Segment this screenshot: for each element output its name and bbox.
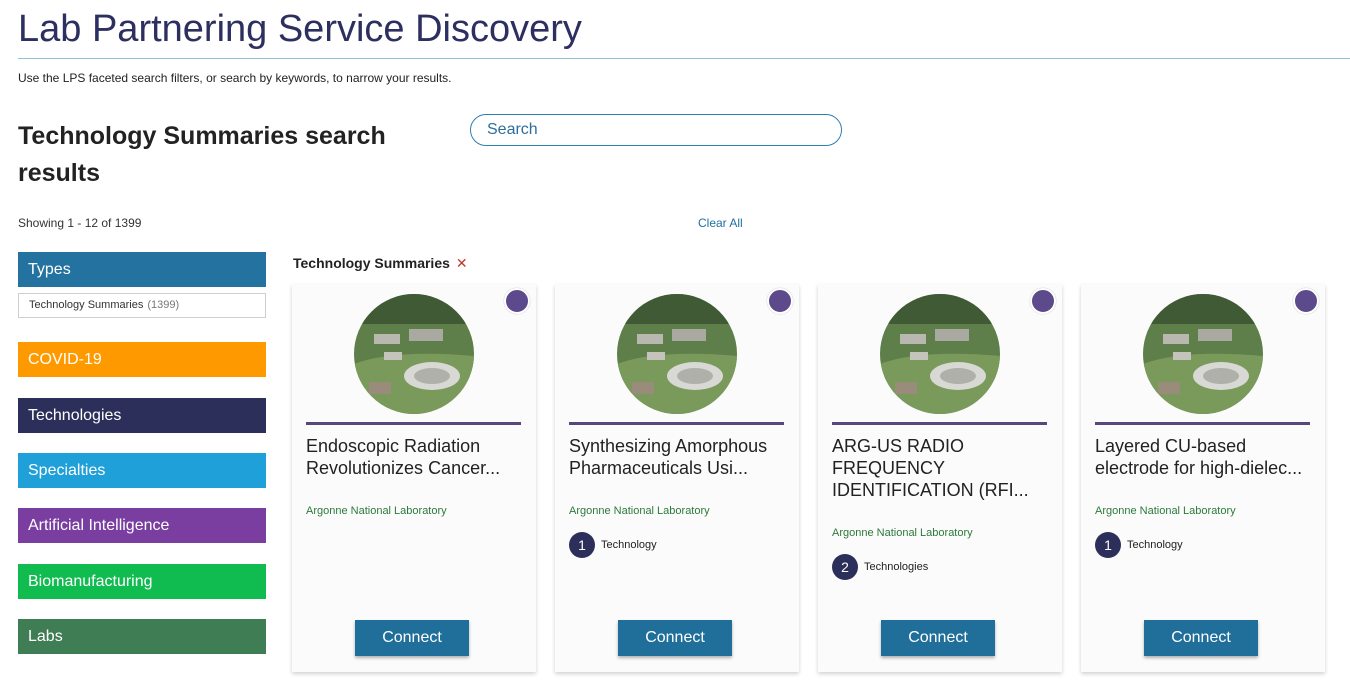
technology-count-badge: 2 [832, 554, 858, 580]
card-title[interactable]: Endoscopic Radiation Revolutionizes Canc… [306, 435, 526, 479]
clear-all-link[interactable]: Clear All [698, 216, 743, 230]
active-filter-tag: Technology Summaries ✕ [293, 255, 468, 272]
campus-aerial-image [880, 294, 1000, 414]
card-title[interactable]: Layered CU-based electrode for high-diel… [1095, 435, 1315, 479]
facet-types[interactable]: Types [18, 252, 266, 287]
campus-aerial-image [1143, 294, 1263, 414]
technology-count: 1 Technology [569, 532, 657, 558]
campus-aerial-image [354, 294, 474, 414]
page-title: Lab Partnering Service Discovery [18, 8, 582, 50]
facet-option-count: (1399) [147, 299, 180, 311]
facet-artificial-intelligence[interactable]: Artificial Intelligence [18, 508, 266, 543]
result-card: Layered CU-based electrode for high-diel… [1081, 284, 1325, 672]
card-lab: Argonne National Laboratory [306, 505, 447, 517]
facet-covid-19[interactable]: COVID-19 [18, 342, 266, 377]
active-filter-label: Technology Summaries [293, 255, 450, 271]
facet-technologies[interactable]: Technologies [18, 398, 266, 433]
card-divider [306, 422, 521, 425]
card-divider [569, 422, 784, 425]
card-divider [1095, 422, 1310, 425]
card-lab: Argonne National Laboratory [569, 505, 710, 517]
facet-labs[interactable]: Labs [18, 619, 266, 654]
campus-aerial-image [617, 294, 737, 414]
card-title[interactable]: ARG-US RADIO FREQUENCY IDENTIFICATION (R… [832, 435, 1052, 501]
technology-count-badge: 1 [1095, 532, 1121, 558]
close-icon[interactable]: ✕ [456, 255, 468, 271]
result-card: Endoscopic Radiation Revolutionizes Canc… [292, 284, 536, 672]
card-lab: Argonne National Laboratory [1095, 505, 1236, 517]
facet-option-technology-summaries[interactable]: Technology Summaries (1399) [18, 293, 266, 318]
bookmark-dot-icon[interactable] [504, 288, 530, 314]
technology-count: 2 Technologies [832, 554, 928, 580]
card-lab: Argonne National Laboratory [832, 527, 973, 539]
connect-button[interactable]: Connect [1144, 620, 1258, 656]
technology-count-label: Technology [1127, 539, 1183, 551]
bookmark-dot-icon[interactable] [1030, 288, 1056, 314]
card-divider [832, 422, 1047, 425]
technology-count-label: Technologies [864, 561, 929, 573]
bookmark-dot-icon[interactable] [767, 288, 793, 314]
intro-text: Use the LPS faceted search filters, or s… [18, 71, 452, 85]
result-card: Synthesizing Amorphous Pharmaceuticals U… [555, 284, 799, 672]
title-divider [18, 58, 1350, 59]
technology-count: 1 Technology [1095, 532, 1183, 558]
card-title[interactable]: Synthesizing Amorphous Pharmaceuticals U… [569, 435, 789, 479]
facet-option-label: Technology Summaries [29, 299, 144, 311]
technology-count-label: Technology [601, 539, 657, 551]
results-count: Showing 1 - 12 of 1399 [18, 216, 142, 230]
search-input[interactable] [470, 114, 842, 146]
connect-button[interactable]: Connect [355, 620, 469, 656]
facet-biomanufacturing[interactable]: Biomanufacturing [18, 564, 266, 599]
result-card: ARG-US RADIO FREQUENCY IDENTIFICATION (R… [818, 284, 1062, 672]
technology-count-badge: 1 [569, 532, 595, 558]
bookmark-dot-icon[interactable] [1293, 288, 1319, 314]
connect-button[interactable]: Connect [618, 620, 732, 656]
results-heading: Technology Summaries search results [18, 122, 386, 187]
connect-button[interactable]: Connect [881, 620, 995, 656]
facet-specialties[interactable]: Specialties [18, 453, 266, 488]
page: Lab Partnering Service Discovery Use the… [0, 0, 1350, 680]
